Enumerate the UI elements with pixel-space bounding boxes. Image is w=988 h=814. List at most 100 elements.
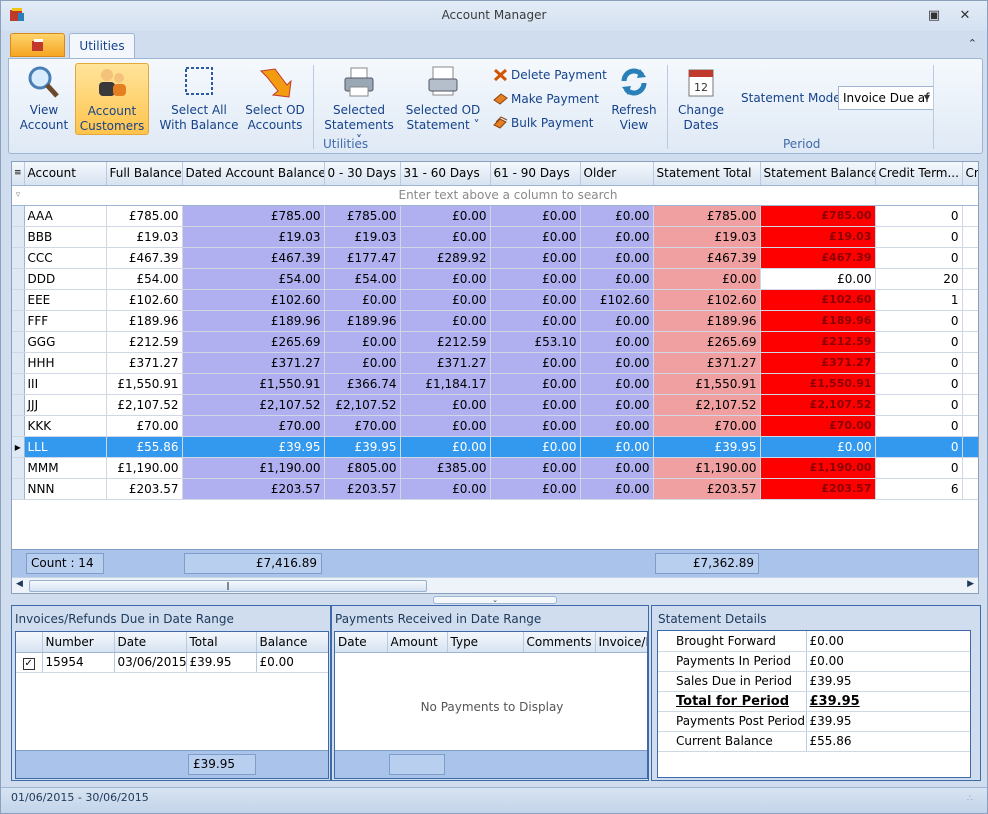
table-cell: £0.00 (580, 436, 654, 458)
column-header[interactable]: Account (24, 162, 107, 186)
payments-col-date[interactable]: Date (335, 632, 388, 653)
change-dates-button[interactable]: 12 Change Dates (673, 63, 729, 135)
statement-mode-dropdown[interactable]: Invoice Due af ▼ (838, 86, 934, 110)
chevron-down-icon: ▼ (923, 93, 930, 102)
delete-payment-button[interactable]: Delete Payment (491, 64, 607, 86)
invoice-row[interactable]: ✓ 15954 03/06/2015 £39.95 £0.00 (16, 652, 328, 673)
table-cell: £2,107.52 (653, 394, 761, 416)
table-row[interactable]: AAA £785.00 £785.00 £785.00 £0.00 £0.00 £0.00 £… (12, 205, 978, 227)
table-row[interactable]: ▸ LLL £55.86 £39.95 £39.95 £0.00 £0.00 £0.00 £39… (12, 436, 978, 458)
table-row[interactable]: JJJ £2,107.52 £2,107.52 £2,107.52 £0.00 £0.00… (12, 394, 978, 416)
row-indicator[interactable] (12, 352, 25, 374)
make-payment-button[interactable]: Make Payment (491, 88, 599, 110)
table-cell: £0.00 (400, 268, 491, 290)
resize-grip-icon[interactable]: ∴ (967, 794, 973, 804)
table-row[interactable]: GGG £212.59 £265.69 £0.00 £212.59 £53.10 £0.00… (12, 331, 978, 353)
row-indicator[interactable] (12, 310, 25, 332)
payments-col-comments[interactable]: Comments (523, 632, 596, 653)
table-cell: £2,107.52 (106, 394, 183, 416)
row-indicator[interactable] (12, 331, 25, 353)
select-all-icon (185, 67, 213, 95)
ribbon-tab-row: Utilities ⌃ (1, 31, 987, 59)
invoices-col-number[interactable]: Number (42, 632, 115, 653)
table-cell: FFF (24, 310, 107, 332)
payments-col-amount[interactable]: Amount (387, 632, 448, 653)
table-cell: EEE (24, 289, 107, 311)
invoice-number: 15954 (42, 652, 115, 673)
row-indicator[interactable] (12, 226, 25, 248)
column-header[interactable]: Statement Total (653, 162, 761, 186)
table-row[interactable]: MMM £1,190.00 £1,190.00 £805.00 £385.00 £0.00… (12, 457, 978, 479)
scrollbar-thumb[interactable]: ‖ (29, 580, 427, 592)
column-header[interactable]: Cr (962, 162, 978, 186)
table-row[interactable]: EEE £102.60 £102.60 £0.00 £0.00 £0.00 £102.60 £… (12, 289, 978, 311)
column-header[interactable]: Credit Term... (875, 162, 963, 186)
tab-utilities[interactable]: Utilities (69, 33, 135, 59)
table-row[interactable]: III £1,550.91 £1,550.91 £366.74 £1,184.17 £0.… (12, 373, 978, 395)
table-row[interactable]: DDD £54.00 £54.00 £54.00 £0.00 £0.00 £0.00 £0.0… (12, 268, 978, 290)
row-indicator[interactable] (12, 205, 25, 227)
invoice-checkbox-cell[interactable]: ✓ (16, 652, 43, 673)
column-header[interactable]: 0 - 30 Days (324, 162, 401, 186)
close-button[interactable]: ✕ (956, 7, 974, 25)
bulk-payment-button[interactable]: Bulk Payment (491, 112, 593, 134)
table-cell: £0.00 (400, 394, 491, 416)
row-indicator[interactable] (12, 478, 25, 500)
select-all-with-balance-button[interactable]: Select All With Balance (159, 63, 239, 135)
restore-button[interactable]: ▣ (925, 7, 943, 25)
row-indicator[interactable] (12, 373, 25, 395)
ribbon-collapse-icon[interactable]: ⌃ (968, 37, 977, 50)
table-cell: £0.00 (490, 205, 581, 227)
table-row[interactable]: HHH £371.27 £371.27 £0.00 £371.27 £0.00 £0.00 £… (12, 352, 978, 374)
row-indicator[interactable] (12, 289, 25, 311)
view-account-button[interactable]: View Account (13, 63, 75, 135)
column-header[interactable]: Older (580, 162, 654, 186)
payments-col-type[interactable]: Type (447, 632, 524, 653)
customers-icon (99, 69, 126, 96)
table-row[interactable]: KKK £70.00 £70.00 £70.00 £0.00 £0.00 £0.00 £70.… (12, 415, 978, 437)
column-header[interactable]: 61 - 90 Days (490, 162, 581, 186)
selected-statements-button[interactable]: Selected Statements ˅ (321, 63, 397, 147)
column-header[interactable]: Dated Account Balance (182, 162, 325, 186)
table-row[interactable]: CCC £467.39 £467.39 £177.47 £289.92 £0.00 £0.0… (12, 247, 978, 269)
selected-od-statement-button[interactable]: Selected OD Statement ˅ (403, 63, 483, 135)
column-header[interactable]: 31 - 60 Days (400, 162, 491, 186)
detail-value: £39.95 (806, 711, 970, 732)
row-indicator-icon[interactable]: ▸ (12, 436, 25, 458)
table-cell: £0.00 (400, 478, 491, 500)
scroll-left-icon[interactable]: ◀ (16, 579, 23, 589)
column-header[interactable]: Statement Balance (760, 162, 876, 186)
table-cell: £0.00 (490, 247, 581, 269)
scroll-right-icon[interactable]: ▶ (967, 579, 974, 589)
table-row[interactable]: FFF £189.96 £189.96 £189.96 £0.00 £0.00 £0.00 £… (12, 310, 978, 332)
row-indicator[interactable] (12, 394, 25, 416)
table-row[interactable]: BBB £19.03 £19.03 £19.03 £0.00 £0.00 £0.00 £19.… (12, 226, 978, 248)
table-row[interactable]: NNN £203.57 £203.57 £203.57 £0.00 £0.00 £0.00 £… (12, 478, 978, 500)
table-cell: 0 (875, 247, 963, 269)
column-chooser-icon[interactable]: ≡ (12, 162, 25, 186)
grid-search-placeholder[interactable]: Enter text above a column to search (24, 185, 978, 206)
horizontal-scrollbar[interactable]: ◀ ‖ ▶ (12, 577, 978, 593)
table-cell: £385.00 (400, 457, 491, 479)
table-cell: £0.00 (580, 226, 654, 248)
column-header[interactable]: Full Balance (106, 162, 183, 186)
splitter-handle[interactable]: ⌄ (433, 596, 557, 604)
invoices-col-total[interactable]: Total (186, 632, 257, 653)
row-indicator[interactable] (12, 247, 25, 269)
account-customers-button[interactable]: Account Customers (75, 63, 149, 135)
filter-icon: ▿ (12, 185, 24, 206)
select-od-accounts-button[interactable]: Select OD Accounts (241, 63, 309, 135)
grid-search-row[interactable]: ▿ Enter text above a column to search (12, 185, 978, 206)
table-cell: £0.00 (580, 352, 654, 374)
invoices-col-balance[interactable]: Balance (256, 632, 328, 653)
application-menu-button[interactable] (10, 33, 65, 57)
invoices-col-date[interactable]: Date (114, 632, 187, 653)
row-indicator[interactable] (12, 268, 25, 290)
refresh-view-button[interactable]: Refresh View (607, 63, 661, 135)
payments-col-invoice[interactable]: Invoice/I (595, 632, 647, 653)
row-indicator[interactable] (12, 415, 25, 437)
invoice-checkbox[interactable]: ✓ (22, 657, 35, 670)
table-cell: £2,107.52 (324, 394, 401, 416)
table-cell: £0.00 (400, 205, 491, 227)
row-indicator[interactable] (12, 457, 25, 479)
